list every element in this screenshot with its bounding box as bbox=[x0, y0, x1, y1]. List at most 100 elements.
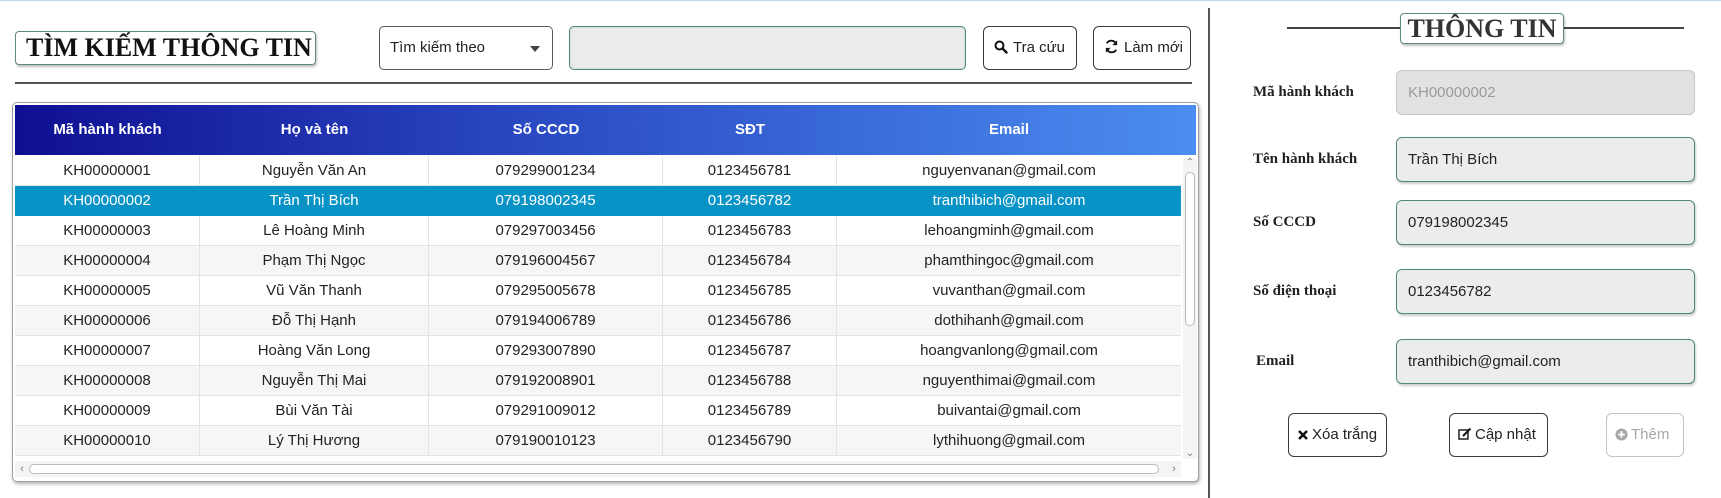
cell-email: lythihuong@gmail.com bbox=[933, 432, 1085, 449]
cell-full-name: Phạm Thị Ngọc bbox=[200, 246, 429, 276]
cell-id-card: 079194006789 bbox=[429, 306, 663, 336]
column-header-id-card[interactable]: Số CCCD bbox=[429, 105, 663, 155]
email-label: Email bbox=[1256, 353, 1295, 369]
cell-email: nguyenvanan@gmail.com bbox=[922, 162, 1096, 179]
column-header-passenger-id[interactable]: Mã hành khách bbox=[15, 105, 200, 155]
cell-email: buivantai@gmail.com bbox=[937, 402, 1081, 419]
cell-phone: 0123456782 bbox=[663, 186, 837, 216]
cell-id-card: 079190010123 bbox=[429, 426, 663, 456]
cell-full-name: Nguyễn Thị Mai bbox=[200, 366, 429, 396]
cell-full-name: Hoàng Văn Long bbox=[200, 336, 429, 366]
passenger-id-field: KH00000002 bbox=[1396, 70, 1695, 115]
id-card-label: Số CCCD bbox=[1253, 214, 1316, 230]
add-button-label: Thêm bbox=[1631, 426, 1670, 443]
search-by-dropdown-label: Tìm kiếm theo bbox=[390, 39, 486, 56]
cell-passenger-id: KH00000009 bbox=[15, 396, 200, 426]
table-row-selected[interactable]: KH00000002 Trần Thị Bích 079198002345 01… bbox=[15, 186, 1181, 216]
cell-phone: 0123456790 bbox=[663, 426, 837, 456]
refresh-button[interactable]: Làm mới bbox=[1093, 26, 1191, 70]
scroll-up-arrow-icon[interactable]: ⌃ bbox=[1185, 158, 1195, 168]
search-by-dropdown[interactable]: Tìm kiếm theo bbox=[379, 26, 553, 70]
cell-passenger-id: KH00000008 bbox=[15, 366, 200, 396]
window-top-border bbox=[0, 0, 1721, 1]
cell-id-card: 079192008901 bbox=[429, 366, 663, 396]
clear-button[interactable]: Xóa trắng bbox=[1288, 413, 1387, 457]
email-field[interactable]: tranthibich@gmail.com bbox=[1396, 339, 1695, 384]
horizontal-scrollbar[interactable]: ‹ › bbox=[15, 461, 1181, 477]
cell-phone: 0123456784 bbox=[663, 246, 837, 276]
cell-phone: 0123456787 bbox=[663, 336, 837, 366]
cell-full-name: Vũ Văn Thanh bbox=[200, 276, 429, 306]
table-row[interactable]: KH00000008 Nguyễn Thị Mai 079192008901 0… bbox=[15, 366, 1181, 396]
cell-full-name: Bùi Văn Tài bbox=[200, 396, 429, 426]
scroll-left-arrow-icon[interactable]: ‹ bbox=[17, 463, 27, 475]
table-row[interactable]: KH00000004 Phạm Thị Ngọc 079196004567 01… bbox=[15, 246, 1181, 276]
phone-field[interactable]: 0123456782 bbox=[1396, 269, 1695, 314]
table-row[interactable]: KH00000007 Hoàng Văn Long 079293007890 0… bbox=[15, 336, 1181, 366]
table-row[interactable]: KH00000003 Lê Hoàng Minh 079297003456 01… bbox=[15, 216, 1181, 246]
magnifier-icon bbox=[994, 40, 1008, 54]
cell-full-name: Lý Thị Hương bbox=[200, 426, 429, 456]
cell-phone: 0123456788 bbox=[663, 366, 837, 396]
passenger-id-label: Mã hành khách bbox=[1253, 84, 1354, 100]
scroll-down-arrow-icon[interactable]: ⌄ bbox=[1185, 449, 1195, 459]
cell-email: vuvanthan@gmail.com bbox=[932, 282, 1086, 299]
column-header-phone[interactable]: SĐT bbox=[663, 105, 837, 155]
scroll-right-arrow-icon[interactable]: › bbox=[1169, 463, 1179, 475]
cell-id-card: 079291009012 bbox=[429, 396, 663, 426]
search-input[interactable] bbox=[569, 26, 966, 70]
table-row[interactable]: KH00000005 Vũ Văn Thanh 079295005678 012… bbox=[15, 276, 1181, 306]
vertical-scrollbar[interactable]: ⌃ ⌄ bbox=[1183, 158, 1197, 459]
cell-email: nguyenthimai@gmail.com bbox=[922, 372, 1096, 389]
search-bar-divider bbox=[15, 82, 1192, 84]
add-button[interactable]: Thêm bbox=[1606, 413, 1684, 457]
cell-full-name: Lê Hoàng Minh bbox=[200, 216, 429, 246]
cell-id-card: 079293007890 bbox=[429, 336, 663, 366]
cell-full-name: Nguyễn Văn An bbox=[200, 156, 429, 186]
vertical-scroll-thumb[interactable] bbox=[1185, 172, 1195, 326]
table-row[interactable]: KH00000001 Nguyễn Văn An 079299001234 01… bbox=[15, 156, 1181, 186]
cell-email: lehoangminh@gmail.com bbox=[924, 222, 1094, 239]
cell-phone: 0123456789 bbox=[663, 396, 837, 426]
cell-full-name: Đỗ Thị Hạnh bbox=[200, 306, 429, 336]
cell-id-card: 079198002345 bbox=[429, 186, 663, 216]
cell-email: dothihanh@gmail.com bbox=[934, 312, 1084, 329]
dropdown-arrow-icon bbox=[530, 46, 540, 52]
table-row[interactable]: KH00000010 Lý Thị Hương 079190010123 012… bbox=[15, 426, 1181, 456]
close-icon bbox=[1298, 430, 1308, 440]
edit-icon bbox=[1458, 427, 1472, 440]
id-card-field[interactable]: 079198002345 bbox=[1396, 200, 1695, 245]
cell-passenger-id: KH00000010 bbox=[15, 426, 200, 456]
cell-passenger-id: KH00000006 bbox=[15, 306, 200, 336]
cell-passenger-id: KH00000002 bbox=[15, 186, 200, 216]
cell-id-card: 079295005678 bbox=[429, 276, 663, 306]
cell-passenger-id: KH00000005 bbox=[15, 276, 200, 306]
update-button[interactable]: Cập nhật bbox=[1449, 413, 1548, 457]
cell-passenger-id: KH00000001 bbox=[15, 156, 200, 186]
table-body: KH00000001 Nguyễn Văn An 079299001234 01… bbox=[15, 156, 1181, 459]
search-section-title: TÌM KIẾM THÔNG TIN bbox=[15, 31, 316, 65]
search-button-label: Tra cứu bbox=[1013, 39, 1065, 56]
info-panel-title: THÔNG TIN bbox=[1400, 13, 1564, 44]
passenger-name-field[interactable]: Trần Thị Bích bbox=[1396, 137, 1695, 182]
table-row[interactable]: KH00000009 Bùi Văn Tài 079291009012 0123… bbox=[15, 396, 1181, 426]
cell-phone: 0123456786 bbox=[663, 306, 837, 336]
clear-button-label: Xóa trắng bbox=[1312, 426, 1378, 443]
cell-id-card: 079196004567 bbox=[429, 246, 663, 276]
search-button[interactable]: Tra cứu bbox=[983, 26, 1077, 70]
cell-passenger-id: KH00000004 bbox=[15, 246, 200, 276]
horizontal-scroll-thumb[interactable] bbox=[29, 464, 1159, 474]
table-row[interactable]: KH00000006 Đỗ Thị Hạnh 079194006789 0123… bbox=[15, 306, 1181, 336]
info-title-rule-right bbox=[1564, 27, 1684, 29]
column-header-full-name[interactable]: Họ và tên bbox=[200, 105, 429, 155]
cell-email: hoangvanlong@gmail.com bbox=[920, 342, 1098, 359]
refresh-icon bbox=[1105, 39, 1118, 54]
column-header-email[interactable]: Email bbox=[837, 105, 1181, 155]
phone-label: Số điện thoại bbox=[1253, 283, 1337, 299]
panel-divider bbox=[1208, 8, 1210, 498]
cell-email: tranthibich@gmail.com bbox=[932, 192, 1086, 209]
passenger-name-label: Tên hành khách bbox=[1253, 151, 1358, 167]
plus-circle-icon bbox=[1615, 428, 1628, 441]
info-title-rule-left bbox=[1287, 27, 1401, 29]
cell-passenger-id: KH00000007 bbox=[15, 336, 200, 366]
